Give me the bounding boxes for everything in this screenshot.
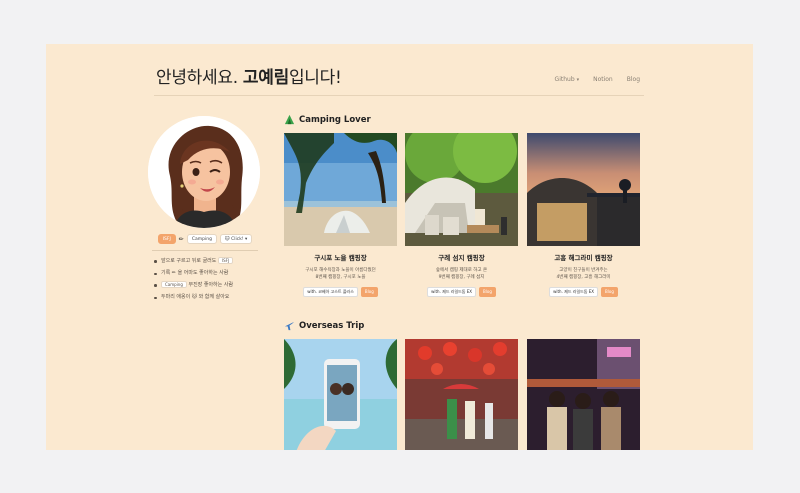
nav-blog[interactable]: Blog	[627, 76, 640, 83]
mbti-tag: ISFJ	[217, 257, 234, 264]
card-desc-line1: 구시포 해수욕장과 노을이 아름다웠던	[305, 268, 376, 273]
intro-list: 앞으로 구르고 뒤로 굴러도 ISFJ 기록 ✏ 을 어마도 좋아하는 사람 C…	[148, 257, 262, 301]
card-camping-gurye[interactable]: 구례 섬지 캠핑장 숲에서 캠핑 제대로 하고 온 9번째 캠핑장, 구례 섬지…	[405, 133, 518, 316]
card-image	[405, 133, 518, 246]
intro-text: 무진장 좋아하는 사람	[188, 282, 234, 288]
card-title: 고흥 해그라미 캠핑장	[554, 254, 613, 262]
camping-badge: Camping	[186, 234, 217, 244]
card-title: 구례 섬지 캠핑장	[438, 254, 485, 262]
profile-badges: ISFJ ✏ Camping 🐱 Click! ▾	[148, 234, 262, 244]
section-title-camping: Camping Lover	[284, 114, 371, 125]
intro-text: 기록	[161, 269, 171, 276]
memoji-avatar-icon	[148, 116, 260, 228]
section-title-text: Overseas Trip	[299, 320, 365, 331]
card-meta: 고흥 해그라미 캠핑장 고양이 친구들이 반겨주는 4번째 캠핑장, 고흥 해그…	[527, 246, 640, 316]
card-desc-line2: 4번째 캠핑장, 고흥 해그라미	[556, 275, 611, 280]
card-chips: with. 제드 라일드돔 EX Blog	[531, 287, 636, 297]
section-title-text: Camping Lover	[299, 114, 371, 125]
chevron-down-icon: ▾	[245, 236, 248, 242]
card-trip-1[interactable]	[284, 339, 397, 450]
tent-icon	[284, 114, 295, 125]
pencil-icon: ✏	[171, 269, 176, 276]
card-image	[527, 339, 640, 450]
profile: ISFJ ✏ Camping 🐱 Click! ▾ 앞으로 구르고 뒤로 굴러도…	[148, 116, 262, 305]
card-desc-line1: 숲에서 캠핑 제대로 하고 온	[435, 268, 488, 273]
camping-tag: Camping	[161, 281, 187, 288]
card-desc-line1: 고양이 친구들이 반겨주는	[559, 268, 608, 273]
list-item: Camping 무진장 좋아하는 사람	[154, 281, 262, 289]
cats-icon: 🐱	[224, 236, 230, 242]
card-image	[527, 133, 640, 246]
section-title-overseas: Overseas Trip	[284, 320, 364, 331]
avatar	[148, 116, 260, 228]
chevron-down-icon: ▾	[576, 77, 580, 83]
header: 안녕하세요. 고예림입니다! Github ▾ Notion Blog	[154, 66, 644, 96]
pencil-icon: ✏	[178, 235, 184, 243]
intro-text: 와 함께 살아요	[198, 293, 230, 300]
intro-text: 앞으로 구르고 뒤로 굴러도	[161, 258, 217, 264]
card-desc-line2: 8번째 캠핑장, 구시포 노을	[315, 275, 366, 280]
gear-chip: with. 제드 라일드돔 EX	[427, 287, 477, 297]
intro-text: 두마리 애옹이	[161, 293, 191, 300]
gear-chip: with. 코베아 고스트 플러스	[303, 287, 358, 297]
card-camping-gusipo[interactable]: 구시포 노을 캠핑장 구시포 해수욕장과 노을이 아름다웠던 8번째 캠핑장, …	[284, 133, 397, 316]
click-label: Click!	[231, 236, 244, 242]
page-title: 안녕하세요. 고예림입니다!	[156, 66, 342, 90]
card-title: 구시포 노을 캠핑장	[314, 254, 367, 262]
card-trip-2[interactable]	[405, 339, 518, 450]
click-badge[interactable]: 🐱 Click! ▾	[219, 234, 253, 244]
mbti-badge: ISFJ	[157, 234, 176, 244]
title-prefix: 안녕하세요.	[156, 68, 243, 88]
nav-notion[interactable]: Notion	[593, 76, 613, 83]
nav-github-label: Github	[554, 76, 575, 83]
card-image	[405, 339, 518, 450]
card-image	[284, 133, 397, 246]
list-item: 기록 ✏ 을 어마도 좋아하는 사람	[154, 270, 262, 277]
nav-github[interactable]: Github ▾	[555, 76, 580, 83]
gear-chip: with. 제드 라일드돔 EX	[549, 287, 599, 297]
intro-text: 을 어마도 좋아하는 사람	[177, 269, 229, 276]
blog-link[interactable]: Blog	[601, 287, 618, 297]
card-trip-3[interactable]	[527, 339, 640, 450]
top-nav: Github ▾ Notion Blog	[555, 76, 640, 83]
card-chips: with. 코베아 고스트 플러스 Blog	[288, 287, 393, 297]
card-camping-goheung[interactable]: 고흥 해그라미 캠핑장 고양이 친구들이 반겨주는 4번째 캠핑장, 고흥 해그…	[527, 133, 640, 316]
title-name: 고예림	[242, 68, 289, 88]
divider	[152, 250, 258, 251]
blog-link[interactable]: Blog	[479, 287, 496, 297]
card-meta: 구례 섬지 캠핑장 숲에서 캠핑 제대로 하고 온 9번째 캠핑장, 구례 섬지…	[405, 246, 518, 316]
cats-icon: 🐱	[191, 293, 198, 300]
list-item: 두마리 애옹이 🐱 와 함께 살아요	[154, 294, 262, 301]
card-chips: with. 제드 라일드돔 EX Blog	[409, 287, 514, 297]
airplane-icon	[284, 321, 295, 331]
page: 안녕하세요. 고예림입니다! Github ▾ Notion Blog ISFJ…	[46, 44, 753, 450]
card-image	[284, 339, 397, 450]
card-meta: 구시포 노을 캠핑장 구시포 해수욕장과 노을이 아름다웠던 8번째 캠핑장, …	[284, 246, 397, 316]
blog-link[interactable]: Blog	[360, 287, 378, 297]
card-desc-line2: 9번째 캠핑장, 구례 섬지	[438, 275, 485, 280]
list-item: 앞으로 구르고 뒤로 굴러도 ISFJ	[154, 257, 262, 265]
title-suffix: 입니다!	[288, 68, 342, 88]
